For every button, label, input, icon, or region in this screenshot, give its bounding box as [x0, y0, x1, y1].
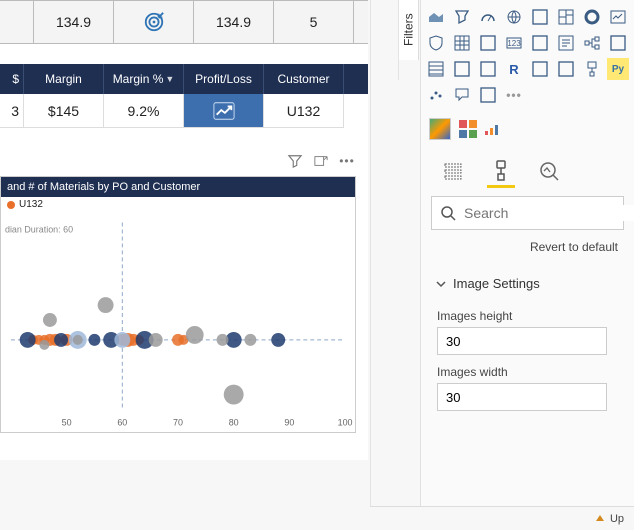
section-title: Image Settings	[453, 276, 540, 291]
header-col-marginpct[interactable]: Margin %▼	[104, 64, 184, 94]
format-tabs	[421, 150, 634, 186]
more-icon[interactable]: •••	[338, 152, 356, 170]
cell: U132	[264, 94, 344, 128]
viz-scatter[interactable]	[425, 84, 447, 106]
custom-visual-row	[421, 114, 634, 150]
partial-table-row: 134.9 134.9 5	[0, 0, 368, 44]
cell: $145	[24, 94, 104, 128]
visual-header-icons: •••	[286, 152, 356, 170]
chart-svg: dian Duration: 60 50 60 70 80 90 100	[1, 212, 355, 432]
header-col-profitloss[interactable]: Profit/Loss	[184, 64, 264, 94]
header-col-cut[interactable]: $	[0, 64, 24, 94]
svg-text:dian Duration: 60: dian Duration: 60	[5, 225, 73, 235]
viz-shape-map[interactable]	[477, 32, 499, 54]
viz-donut[interactable]	[581, 6, 603, 28]
footer-up-label[interactable]: Up	[610, 513, 624, 525]
viz-multirow[interactable]	[529, 32, 551, 54]
header-col-margin[interactable]: Margin	[24, 64, 104, 94]
report-canvas: 134.9 134.9 5 $ Margin Margin %▼ Profit/…	[0, 0, 368, 460]
viz-funnel[interactable]	[451, 6, 473, 28]
svg-text:80: 80	[229, 417, 239, 427]
viz-table[interactable]	[425, 58, 447, 80]
svg-text:70: 70	[173, 417, 183, 427]
viz-stacked-area[interactable]	[425, 6, 447, 28]
cell-target-icon	[114, 1, 194, 43]
cell-value: 134.9	[194, 1, 274, 43]
cell-trend-icon	[184, 94, 264, 128]
search-input[interactable]	[464, 205, 634, 221]
analytics-tab[interactable]	[537, 156, 561, 186]
svg-text:123: 123	[507, 39, 521, 48]
legend-dot	[7, 201, 15, 209]
custom-visual-2[interactable]	[459, 120, 477, 138]
viz-kpi2[interactable]	[451, 58, 473, 80]
viz-matrix[interactable]	[607, 32, 629, 54]
table-row[interactable]: 3 $145 9.2% U132	[0, 94, 368, 128]
images-width-input[interactable]	[437, 383, 607, 411]
images-height-label: Images height	[437, 309, 618, 323]
viz-line-clustered[interactable]	[529, 58, 551, 80]
viz-key-influencers[interactable]	[555, 58, 577, 80]
viz-card[interactable]: 123	[503, 32, 525, 54]
chart-legend: U132	[1, 197, 355, 212]
footer-bar: Up	[370, 506, 634, 530]
viz-treemap[interactable]	[555, 6, 577, 28]
viz-r[interactable]: R	[503, 58, 525, 80]
viz-kpi[interactable]	[607, 6, 629, 28]
label: Margin %	[113, 72, 164, 86]
legend-label: U132	[19, 199, 43, 210]
viz-grid[interactable]	[451, 32, 473, 54]
format-tab[interactable]	[489, 156, 513, 186]
viz-more[interactable]: •••	[503, 84, 525, 106]
custom-visual-3[interactable]	[485, 123, 498, 135]
revert-to-default[interactable]: Revert to default	[421, 236, 634, 268]
custom-visual-1[interactable]	[429, 118, 451, 140]
table-header: $ Margin Margin %▼ Profit/Loss Customer	[0, 64, 368, 94]
viz-decomp[interactable]	[581, 32, 603, 54]
chart-title: and # of Materials by PO and Customer	[1, 177, 355, 197]
visualization-gallery: 123 R Py •••	[421, 4, 634, 114]
cell: 3	[0, 94, 24, 128]
viz-qna[interactable]	[451, 84, 473, 106]
filters-pane-collapsed[interactable]: Filters	[399, 0, 419, 60]
chevron-down-icon	[435, 278, 447, 290]
viz-card2[interactable]	[477, 58, 499, 80]
viz-slicer[interactable]	[555, 32, 577, 54]
viz-paint[interactable]	[581, 58, 603, 80]
images-width-label: Images width	[437, 365, 618, 379]
cell-value: 134.9	[34, 1, 114, 43]
cell: 9.2%	[104, 94, 184, 128]
viz-shield[interactable]	[425, 32, 447, 54]
search-input-wrap[interactable]	[431, 196, 624, 230]
viz-filled-map[interactable]	[529, 6, 551, 28]
search-icon	[440, 205, 456, 221]
viz-keydrivers[interactable]	[477, 84, 499, 106]
focus-mode-icon[interactable]	[312, 152, 330, 170]
scatter-chart-visual[interactable]: and # of Materials by PO and Customer U1…	[0, 176, 356, 433]
viz-python[interactable]: Py	[607, 58, 629, 80]
section-image-settings[interactable]: Image Settings	[421, 268, 634, 299]
cell-value: 5	[274, 1, 354, 43]
cell-cutoff	[0, 1, 34, 43]
fields-tab[interactable]	[441, 156, 465, 186]
visualizations-pane: 123 R Py ••• Revert to default Image Settin…	[420, 0, 634, 530]
sort-desc-icon: ▼	[165, 74, 174, 84]
svg-text:90: 90	[284, 417, 294, 427]
svg-text:50: 50	[62, 417, 72, 427]
up-arrow-icon	[594, 513, 606, 525]
header-col-customer[interactable]: Customer	[264, 64, 344, 94]
svg-text:100: 100	[338, 417, 353, 427]
svg-text:60: 60	[117, 417, 127, 427]
viz-gauge[interactable]	[477, 6, 499, 28]
images-height-input[interactable]	[437, 327, 607, 355]
chart-plot-area: dian Duration: 60 50 60 70 80 90 100	[1, 212, 355, 432]
viz-map[interactable]	[503, 6, 525, 28]
filter-icon[interactable]	[286, 152, 304, 170]
section-body: Images height Images width	[421, 309, 634, 411]
